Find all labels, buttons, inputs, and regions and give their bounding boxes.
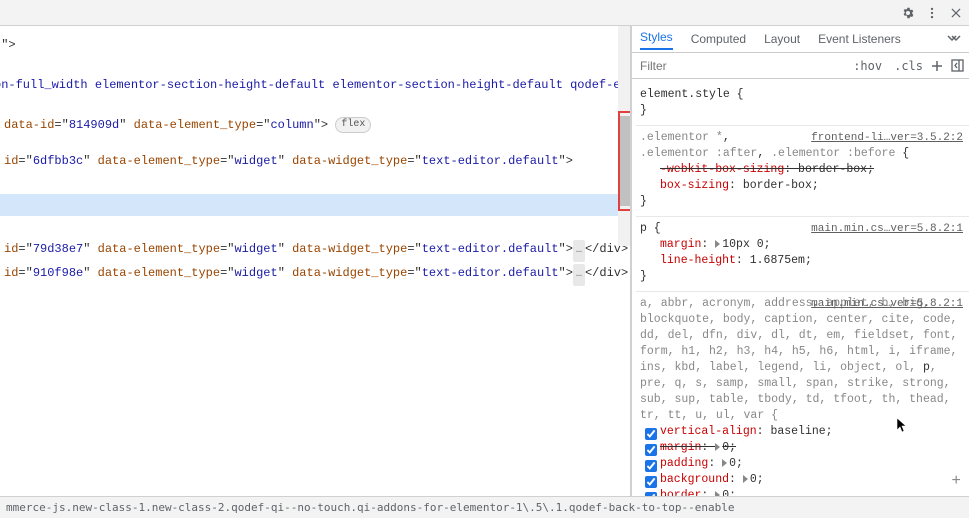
property-toggle[interactable]: [645, 428, 657, 440]
close-brace: }: [640, 103, 965, 119]
dom-line[interactable]: id="910f98e" data-element_type="widget" …: [0, 262, 630, 286]
collapse-icon[interactable]: …: [573, 240, 585, 262]
property-toggle[interactable]: [645, 476, 657, 488]
source-link[interactable]: main.min.cs…ver=5.8.2:1: [811, 221, 963, 237]
expand-icon[interactable]: [715, 240, 720, 248]
filter-input[interactable]: [632, 53, 847, 78]
expand-icon[interactable]: [743, 475, 748, 483]
source-link[interactable]: frontend-li…ver=3.5.2:2: [811, 130, 963, 146]
tab-styles[interactable]: Styles: [640, 30, 673, 50]
dom-line[interactable]: data-id="814909d" data-element_type="col…: [0, 114, 630, 136]
rule-p[interactable]: main.min.cs…ver=5.8.2:1 p { margin: 10px…: [636, 217, 969, 292]
gear-icon[interactable]: [901, 6, 915, 20]
rule-element-style[interactable]: element.style { }: [636, 83, 969, 126]
selector-text: element.style {: [640, 87, 965, 103]
selector-text: .elementor :after, .elementor :before {: [640, 146, 965, 162]
tab-computed[interactable]: Computed: [691, 32, 746, 46]
dom-tree[interactable]: ]"> on-full_width elementor-section-heig…: [0, 26, 630, 286]
expand-icon[interactable]: [715, 443, 720, 451]
declaration[interactable]: border: 0;: [640, 488, 965, 496]
new-rule-icon[interactable]: [929, 58, 945, 74]
dom-line[interactable]: on-full_width elementor-section-height-d…: [0, 74, 630, 96]
add-icon[interactable]: +: [951, 472, 961, 490]
dom-line[interactable]: id="6dfbb3c" data-element_type="widget" …: [0, 150, 630, 172]
elements-panel[interactable]: ]"> on-full_width elementor-section-heig…: [0, 26, 631, 496]
declaration[interactable]: margin: 0;: [640, 440, 965, 456]
declaration[interactable]: line-height: 1.6875em;: [640, 253, 965, 269]
close-brace: }: [640, 269, 965, 285]
source-link[interactable]: main.min.cs…ver=5.8.2:1: [811, 296, 963, 312]
main-split: ]"> on-full_width elementor-section-heig…: [0, 26, 969, 496]
kebab-menu-icon[interactable]: [925, 6, 939, 20]
dom-line[interactable]: ]">: [0, 34, 630, 56]
declaration[interactable]: -webkit-box-sizing: border-box;: [640, 162, 965, 178]
close-icon[interactable]: [949, 6, 963, 20]
declaration[interactable]: background: 0;: [640, 472, 965, 488]
declaration[interactable]: margin: 10px 0;: [640, 237, 965, 253]
breadcrumb-bar[interactable]: mmerce-js.new-class-1.new-class-2.qodef-…: [0, 496, 969, 518]
cls-toggle[interactable]: .cls: [888, 59, 929, 73]
breadcrumb-text[interactable]: mmerce-js.new-class-1.new-class-2.qodef-…: [6, 501, 734, 514]
more-tabs-icon[interactable]: [947, 32, 961, 46]
expand-icon[interactable]: [715, 491, 720, 496]
close-brace: }: [640, 194, 965, 210]
expand-icon[interactable]: [722, 459, 727, 467]
property-toggle[interactable]: [645, 460, 657, 472]
tab-event-listeners[interactable]: Event Listeners: [818, 32, 901, 46]
styles-list[interactable]: element.style { } frontend-li…ver=3.5.2:…: [632, 79, 969, 496]
rule-elementor[interactable]: frontend-li…ver=3.5.2:2 .elementor *, .e…: [636, 126, 969, 217]
scrollbar-thumb[interactable]: [618, 116, 630, 206]
tab-layout[interactable]: Layout: [764, 32, 800, 46]
devtools-top-bar: [0, 0, 969, 26]
selected-dom-node[interactable]: [0, 194, 630, 216]
hov-toggle[interactable]: :hov: [847, 59, 888, 73]
styles-panel: Styles Computed Layout Event Listeners :…: [631, 26, 969, 496]
property-toggle[interactable]: [645, 492, 657, 496]
styles-tabs: Styles Computed Layout Event Listeners: [632, 26, 969, 53]
selector-text: a, abbr, acronym, address, applet, b, bi…: [640, 296, 965, 424]
declaration[interactable]: vertical-align: baseline;: [640, 424, 965, 440]
flex-badge[interactable]: flex: [335, 117, 371, 133]
declaration[interactable]: box-sizing: border-box;: [640, 178, 965, 194]
filter-bar: :hov .cls: [632, 53, 969, 79]
computed-sidebar-icon[interactable]: [949, 58, 965, 74]
property-toggle[interactable]: [645, 444, 657, 456]
rule-reset[interactable]: main.min.cs…ver=5.8.2:1 a, abbr, acronym…: [636, 292, 969, 496]
declaration[interactable]: padding: 0;: [640, 456, 965, 472]
collapse-icon[interactable]: …: [573, 264, 585, 286]
dom-line[interactable]: id="79d38e7" data-element_type="widget" …: [0, 238, 630, 262]
